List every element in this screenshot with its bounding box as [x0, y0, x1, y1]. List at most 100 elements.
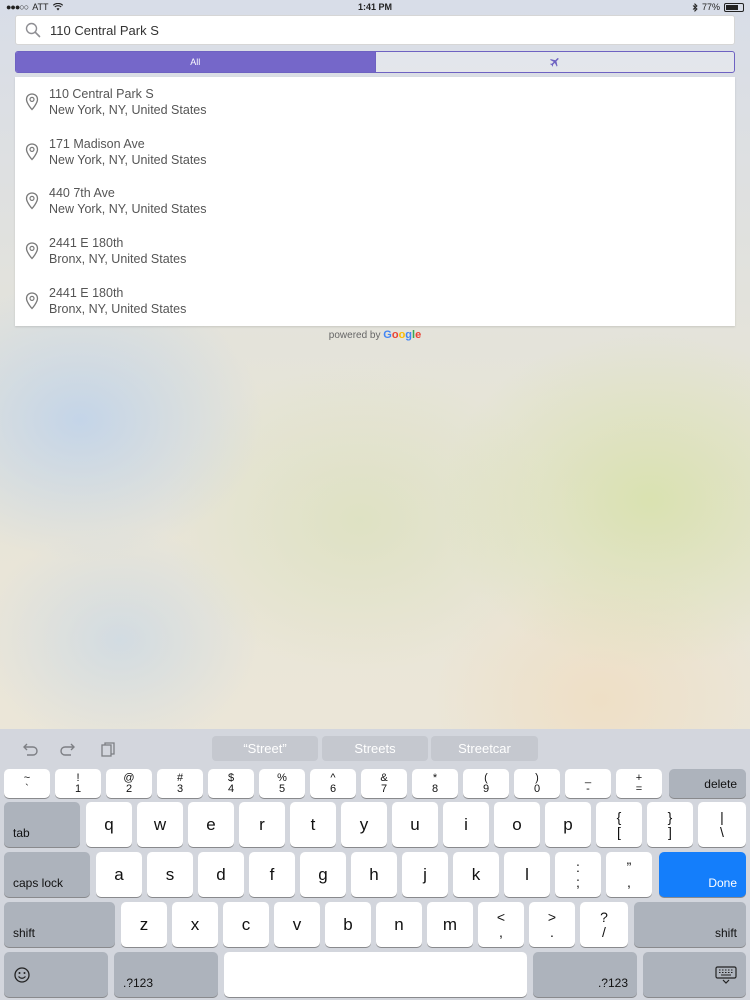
- tab-key[interactable]: tab: [4, 802, 80, 847]
- numbers-right-key[interactable]: .?123: [533, 952, 637, 997]
- results-list: 110 Central Park S New York, NY, United …: [15, 77, 735, 326]
- filter-segmented-control: All: [15, 51, 735, 73]
- undo-icon[interactable]: [20, 741, 40, 757]
- space-key[interactable]: [224, 952, 527, 997]
- result-street: 171 Madison Ave: [49, 136, 145, 151]
- delete-key[interactable]: delete: [669, 769, 746, 798]
- key-colon[interactable]: :;: [555, 852, 601, 897]
- key-5[interactable]: % 5: [259, 769, 305, 798]
- key-w[interactable]: w: [137, 802, 183, 847]
- suggestion-3[interactable]: Streetcar: [431, 736, 538, 761]
- segment-all-label: All: [190, 57, 201, 67]
- list-item[interactable]: 2441 E 180th Bronx, NY, United States: [15, 276, 735, 326]
- key-quote[interactable]: ”,: [606, 852, 652, 897]
- key-7[interactable]: & 7: [361, 769, 407, 798]
- keyboard: “Street” Streets Streetcar ~ ` ! 1 @2 #3 $…: [0, 729, 750, 1000]
- key-l[interactable]: l: [504, 852, 550, 897]
- done-key[interactable]: Done: [659, 852, 746, 897]
- key-v[interactable]: v: [274, 902, 320, 947]
- key-b[interactable]: b: [325, 902, 371, 947]
- key-2[interactable]: @2: [106, 769, 152, 798]
- battery-icon: [724, 2, 744, 12]
- key-greater-than[interactable]: >.: [529, 902, 575, 947]
- attribution-prefix: powered by: [328, 330, 381, 341]
- keyboard-shortcut-bar: “Street” Streets Streetcar: [0, 729, 750, 767]
- key-6[interactable]: ^ 6: [310, 769, 356, 798]
- location-pin-icon: [25, 292, 39, 310]
- key-j[interactable]: j: [402, 852, 448, 897]
- key-c[interactable]: c: [223, 902, 269, 947]
- search-input[interactable]: [48, 21, 734, 39]
- key-o[interactable]: o: [494, 802, 540, 847]
- airplane-icon: [549, 58, 559, 67]
- key-i[interactable]: i: [443, 802, 489, 847]
- key-s[interactable]: s: [147, 852, 193, 897]
- key-q[interactable]: q: [86, 802, 132, 847]
- google-logo: Google: [383, 329, 422, 341]
- battery-fill: [726, 4, 739, 10]
- key-x[interactable]: x: [172, 902, 218, 947]
- result-street: 110 Central Park S: [49, 86, 154, 101]
- key-4[interactable]: $4: [208, 769, 254, 798]
- key-question[interactable]: ? /: [580, 902, 628, 947]
- key-right-brace[interactable]: }]: [647, 802, 693, 847]
- key-h[interactable]: h: [351, 852, 397, 897]
- caps-lock-key[interactable]: caps lock: [4, 852, 90, 897]
- list-item[interactable]: 171 Madison Ave New York, NY, United Sta…: [15, 127, 735, 177]
- key-e[interactable]: e: [188, 802, 234, 847]
- segment-all[interactable]: All: [16, 52, 375, 72]
- key-8[interactable]: * 8: [412, 769, 458, 798]
- key-n[interactable]: n: [376, 902, 422, 947]
- location-pin-icon: [25, 93, 39, 111]
- emoji-icon: [14, 967, 30, 983]
- emoji-key[interactable]: [4, 952, 108, 997]
- list-item[interactable]: 440 7th Ave New York, NY, United States: [15, 177, 735, 227]
- key-0[interactable]: ) 0: [514, 769, 560, 798]
- list-item[interactable]: 2441 E 180th Bronx, NY, United States: [15, 226, 735, 276]
- search-icon: [25, 22, 41, 38]
- suggestion-2[interactable]: Streets: [322, 736, 428, 761]
- keyboard-dismiss-icon: [715, 966, 737, 984]
- result-street: 2441 E 180th: [49, 286, 124, 301]
- shift-right-key[interactable]: shift: [634, 902, 746, 947]
- key-a[interactable]: a: [96, 852, 142, 897]
- location-pin-icon: [25, 192, 39, 210]
- key-minus[interactable]: _ -: [565, 769, 611, 798]
- key-z[interactable]: z: [121, 902, 167, 947]
- key-u[interactable]: u: [392, 802, 438, 847]
- list-item[interactable]: 110 Central Park S New York, NY, United …: [15, 77, 735, 127]
- key-k[interactable]: k: [453, 852, 499, 897]
- result-locality: New York, NY, United States: [49, 152, 207, 167]
- result-locality: New York, NY, United States: [49, 202, 207, 217]
- segment-airports[interactable]: [374, 52, 735, 72]
- key-f[interactable]: f: [249, 852, 295, 897]
- key-p[interactable]: p: [545, 802, 591, 847]
- key-backslash[interactable]: | \: [698, 802, 746, 847]
- key-3[interactable]: #3: [157, 769, 203, 798]
- key-r[interactable]: r: [239, 802, 285, 847]
- numbers-left-key[interactable]: .?123: [114, 952, 218, 997]
- key-backtick[interactable]: ~ `: [4, 769, 50, 798]
- key-m[interactable]: m: [427, 902, 473, 947]
- battery-percent: 77%: [701, 2, 720, 12]
- key-equals[interactable]: + =: [616, 769, 662, 798]
- key-left-brace[interactable]: {[: [596, 802, 642, 847]
- key-y[interactable]: y: [341, 802, 387, 847]
- key-less-than[interactable]: <,: [478, 902, 524, 947]
- key-d[interactable]: d: [198, 852, 244, 897]
- redo-icon[interactable]: [58, 741, 78, 757]
- search-bar[interactable]: [15, 15, 735, 45]
- dismiss-keyboard-key[interactable]: [643, 952, 746, 997]
- key-g[interactable]: g: [300, 852, 346, 897]
- result-locality: Bronx, NY, United States: [49, 252, 187, 267]
- suggestion-1[interactable]: “Street”: [212, 736, 318, 761]
- result-locality: Bronx, NY, United States: [49, 302, 187, 317]
- result-street: 440 7th Ave: [49, 186, 115, 201]
- shift-left-key[interactable]: shift: [4, 902, 115, 947]
- key-t[interactable]: t: [290, 802, 336, 847]
- key-9[interactable]: (9: [463, 769, 509, 798]
- result-street: 2441 E 180th: [49, 236, 124, 251]
- paste-icon[interactable]: [98, 741, 118, 757]
- status-bar: ●●●○○ ATT 1:41 PM 77%: [0, 0, 750, 14]
- key-1[interactable]: ! 1: [55, 769, 101, 798]
